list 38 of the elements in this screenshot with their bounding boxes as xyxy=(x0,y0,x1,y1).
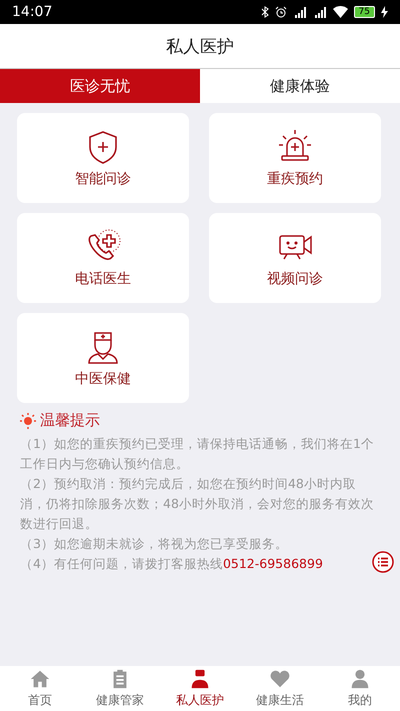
hotline-link[interactable]: 0512-69586899 xyxy=(222,556,323,571)
service-card[interactable]: 重疾预约 xyxy=(209,113,381,203)
person-icon xyxy=(349,668,371,690)
home-icon xyxy=(29,668,51,690)
lightbulb-icon xyxy=(20,412,36,428)
tip-text: （2）预约取消：预约完成后，如您在预约时间48小时内取消，仍将扣除服务次数；48小时外取消，会对您的服务有效次数进行回退。 xyxy=(20,475,375,533)
tip-text: （3）如您逾期未就诊，将视为您已享受服务。 xyxy=(20,535,289,553)
tab[interactable]: 健康体验 xyxy=(200,69,400,103)
service-card[interactable]: 中医保健 xyxy=(17,313,189,403)
service-label: 重疾预约 xyxy=(267,170,323,188)
nav-item[interactable]: 首页 xyxy=(0,666,80,711)
person-icon xyxy=(189,668,211,690)
signal-icon xyxy=(292,6,307,18)
nav-item[interactable]: 健康管家 xyxy=(80,666,160,711)
tips-title: 温馨提示 xyxy=(40,411,100,430)
menu-icon[interactable] xyxy=(372,551,394,573)
siren-icon xyxy=(277,128,313,164)
service-label: 视频问诊 xyxy=(267,270,323,288)
tip-text: （1）如您的重疾预约已受理，请保持电话通畅，我们将在1个工作日内与您确认预约信息。 xyxy=(20,435,375,473)
nav-item[interactable]: 健康生活 xyxy=(240,666,320,711)
service-label: 智能问诊 xyxy=(75,170,131,188)
status-time: 14:07 xyxy=(12,4,54,20)
tab[interactable]: 医诊无忧 xyxy=(0,69,200,103)
charging-icon xyxy=(381,6,388,18)
service-label: 中医保健 xyxy=(75,370,131,388)
service-card[interactable]: 视频问诊 xyxy=(209,213,381,303)
service-card[interactable]: 智能问诊 xyxy=(17,113,189,203)
battery-indicator: 75 xyxy=(354,6,375,18)
wifi-icon xyxy=(332,6,348,18)
nav-item[interactable]: 我的 xyxy=(320,666,400,711)
nav-item[interactable]: 私人医护 xyxy=(160,666,240,711)
heart-icon xyxy=(269,668,291,690)
service-label: 电话医生 xyxy=(75,270,131,288)
bluetooth-icon xyxy=(260,6,269,18)
signal-icon xyxy=(312,6,327,18)
alarm-icon xyxy=(274,6,287,18)
page-title: 私人医护 xyxy=(0,24,400,68)
service-card[interactable]: 电话医生 xyxy=(17,213,189,303)
